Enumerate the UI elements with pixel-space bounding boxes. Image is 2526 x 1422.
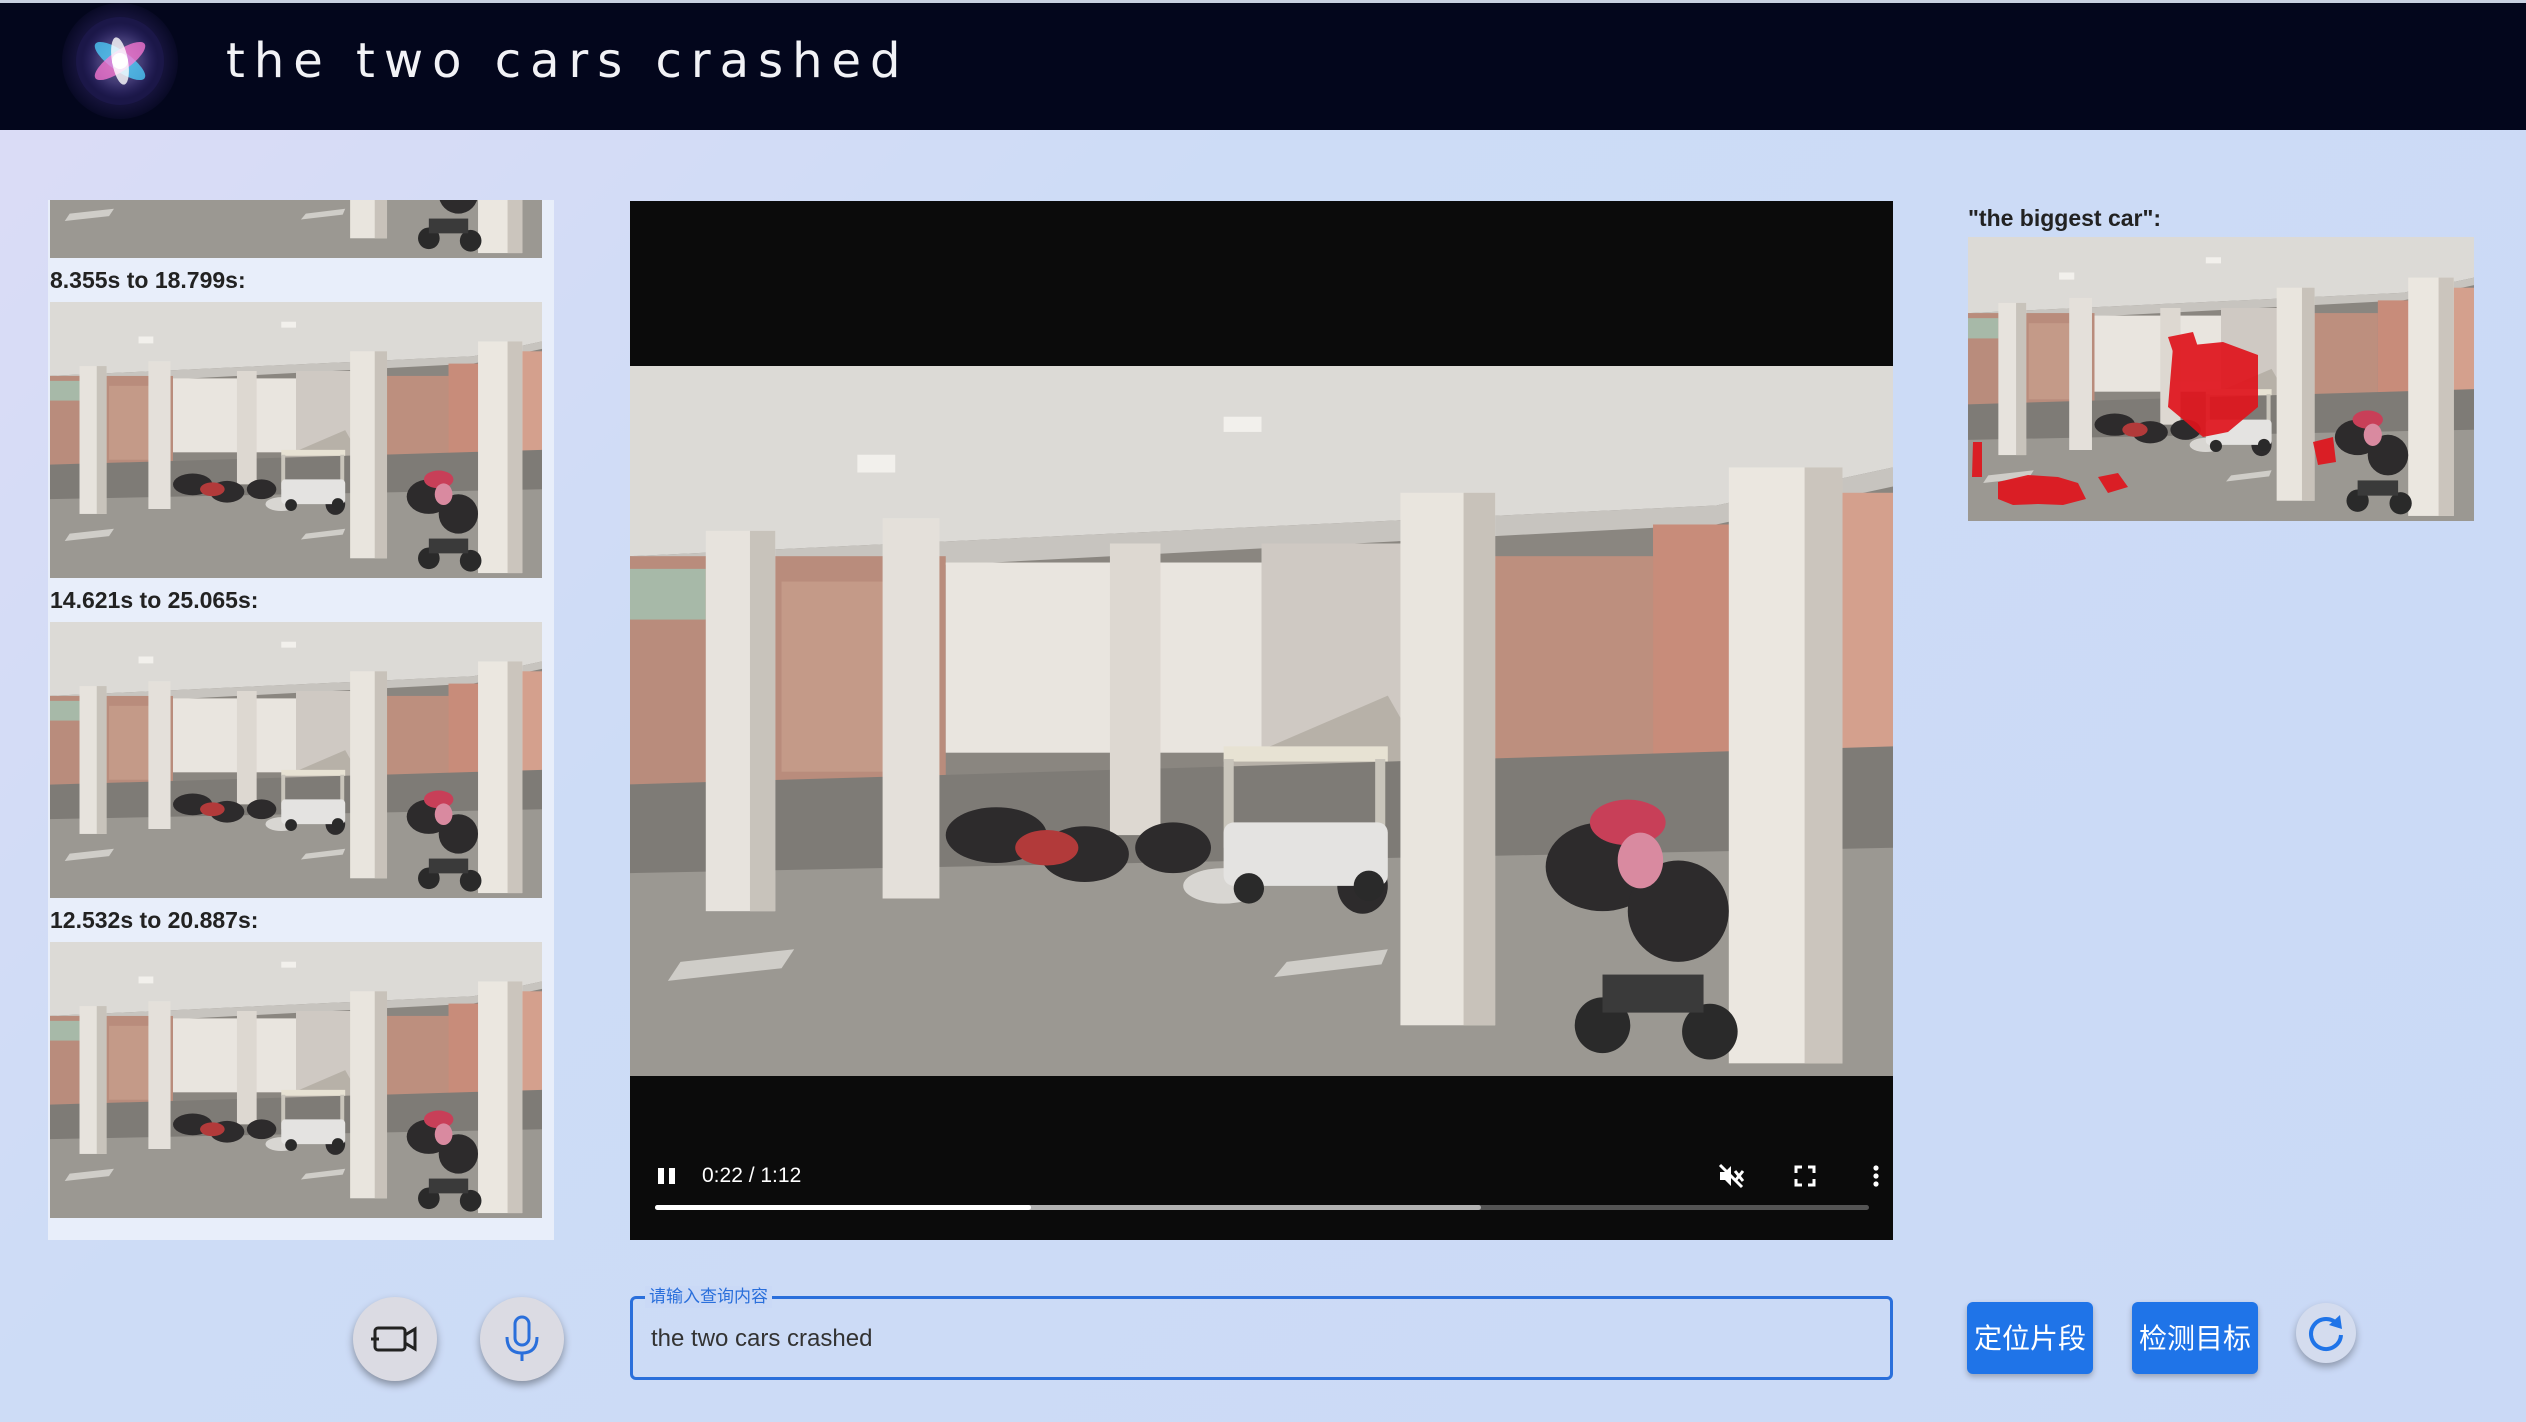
microphone-button[interactable] [480,1297,564,1381]
segment-thumbnail [50,942,542,1218]
app-header: the two cars crashed [0,0,2526,130]
detection-result: "the biggest car": [1968,203,2474,521]
segment-list[interactable]: 8.355s to 18.799s: 14.621s to 25.065s: 1… [48,200,554,1240]
query-input[interactable] [649,1315,1853,1363]
refresh-icon [2309,1315,2343,1352]
detection-result-image [1968,237,2474,521]
siri-orb-logo [62,3,178,119]
app-title: the two cars crashed [226,33,910,89]
video-controls: 0:22 / 1:12 [630,1141,1893,1240]
segment-item-partial[interactable] [50,200,542,258]
segment-time-label: 12.532s to 20.887s: [50,907,259,933]
video-progress-bar[interactable] [655,1205,1869,1210]
add-video-button[interactable] [353,1297,437,1381]
detection-result-label: "the biggest car": [1968,205,2162,231]
segment-time-label: 14.621s to 25.065s: [50,587,259,613]
video-played-bar [655,1205,1032,1210]
video-time: 0:22 / 1:12 [702,1164,802,1187]
video-player[interactable]: 0:22 / 1:12 [630,201,1893,1240]
more-options-icon[interactable] [1859,1159,1893,1193]
query-field-label: 请输入查询内容 [645,1286,772,1308]
video-frame [630,366,1893,1076]
add-video-icon [371,1326,417,1352]
detect-target-button[interactable]: 检测目标 [2132,1302,2258,1374]
locate-segment-button[interactable]: 定位片段 [1967,1302,2093,1374]
microphone-icon [505,1315,539,1361]
query-field[interactable]: 请输入查询内容 [630,1286,1893,1380]
segment-item[interactable]: 14.621s to 25.065s: [50,578,542,898]
refresh-button[interactable] [2296,1303,2356,1363]
segment-time-label: 8.355s to 18.799s: [50,267,246,293]
muted-volume-icon[interactable] [1714,1159,1748,1193]
segment-item[interactable]: 8.355s to 18.799s: [50,258,542,578]
segment-list-content: 8.355s to 18.799s: 14.621s to 25.065s: 1… [50,200,542,1218]
segment-thumbnail [50,200,542,258]
pause-icon[interactable] [654,1161,680,1191]
segment-item[interactable]: 12.532s to 20.887s: [50,898,542,1218]
segment-thumbnail [50,302,542,578]
segment-thumbnail [50,622,542,898]
fullscreen-icon[interactable] [1788,1159,1822,1193]
